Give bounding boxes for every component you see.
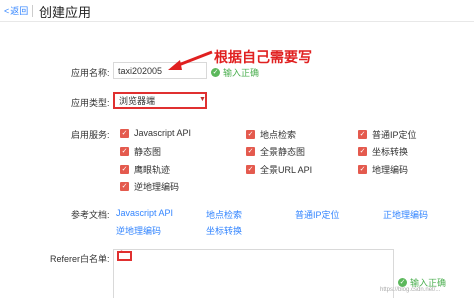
checkbox-checked-icon[interactable]: ✓ xyxy=(358,130,367,139)
checkbox-checked-icon[interactable]: ✓ xyxy=(246,165,255,174)
referer-value: * xyxy=(120,250,123,257)
checkbox-checked-icon[interactable]: ✓ xyxy=(120,147,129,156)
service-label: 普通IP定位 xyxy=(372,130,417,140)
check-icon: ✓ xyxy=(398,278,407,287)
service-label: Javascript API xyxy=(134,128,192,138)
service-checkbox[interactable]: ✓ 普通IP定位 xyxy=(358,128,417,141)
service-checkbox[interactable]: ✓ 逆地理编码 xyxy=(120,180,179,193)
service-checkbox[interactable]: ✓ 鹰眼轨迹 xyxy=(120,163,170,176)
service-label: 全景静态图 xyxy=(260,147,306,157)
app-name-status: ✓ 输入正确 xyxy=(211,66,259,79)
app-type-select[interactable]: 浏览器端 xyxy=(113,92,207,109)
top-bar: <返回 创建应用 xyxy=(0,0,474,22)
service-label: 静态图 xyxy=(134,147,162,157)
watermark: https://blog.csdn.net/... xyxy=(380,287,441,293)
checkbox-checked-icon[interactable]: ✓ xyxy=(246,147,255,156)
checkbox-checked-icon[interactable]: ✓ xyxy=(358,165,367,174)
service-checkbox[interactable]: ✓ Javascript API xyxy=(120,128,191,138)
services-label: 启用服务: xyxy=(71,130,110,140)
reference-link[interactable]: 地点检索 xyxy=(206,208,242,221)
reference-link[interactable]: 普通IP定位 xyxy=(295,208,340,221)
service-label: 逆地理编码 xyxy=(134,182,180,192)
checkbox-checked-icon[interactable]: ✓ xyxy=(358,147,367,156)
annotation-text: 根据自己需要写 xyxy=(214,49,312,65)
service-checkbox[interactable]: ✓ 地理编码 xyxy=(358,163,408,176)
checkbox-checked-icon[interactable]: ✓ xyxy=(120,128,129,138)
references-label: 参考文档: xyxy=(71,210,110,220)
reference-link[interactable]: Javascript API xyxy=(116,208,173,218)
chevron-left-icon: < xyxy=(4,6,10,16)
app-name-status-text: 输入正确 xyxy=(223,68,260,78)
service-checkbox[interactable]: ✓ 全景URL API xyxy=(246,163,312,176)
service-checkbox[interactable]: ✓ 坐标转换 xyxy=(358,145,408,158)
service-checkbox[interactable]: ✓ 全景静态图 xyxy=(246,145,305,158)
annotation-arrow-icon xyxy=(168,50,213,70)
reference-link[interactable]: 逆地理编码 xyxy=(116,224,161,237)
back-label: 返回 xyxy=(10,6,29,16)
chevron-down-icon[interactable]: ▼ xyxy=(199,96,206,103)
service-label: 地点检索 xyxy=(260,130,297,140)
service-label: 地理编码 xyxy=(372,165,409,175)
service-checkbox[interactable]: ✓ 地点检索 xyxy=(246,128,296,141)
checkbox-checked-icon[interactable]: ✓ xyxy=(246,130,255,139)
back-link[interactable]: <返回 xyxy=(4,4,28,17)
app-type-label: 应用类型: xyxy=(71,98,110,108)
referer-label: Referer白名单: xyxy=(50,254,110,264)
service-label: 全景URL API xyxy=(260,165,313,175)
service-label: 鹰眼轨迹 xyxy=(134,165,171,175)
service-checkbox[interactable]: ✓ 静态图 xyxy=(120,145,161,158)
page-title: 创建应用 xyxy=(39,5,92,20)
reference-link[interactable]: 正地理编码 xyxy=(383,208,428,221)
checkbox-checked-icon[interactable]: ✓ xyxy=(120,165,129,174)
checkbox-checked-icon[interactable]: ✓ xyxy=(120,182,129,191)
app-name-label: 应用名称: xyxy=(71,68,110,78)
service-label: 坐标转换 xyxy=(372,147,409,157)
referer-highlight: * xyxy=(117,250,132,261)
reference-link[interactable]: 坐标转换 xyxy=(206,224,242,237)
title-divider xyxy=(32,5,33,17)
referer-textarea[interactable] xyxy=(113,249,394,298)
